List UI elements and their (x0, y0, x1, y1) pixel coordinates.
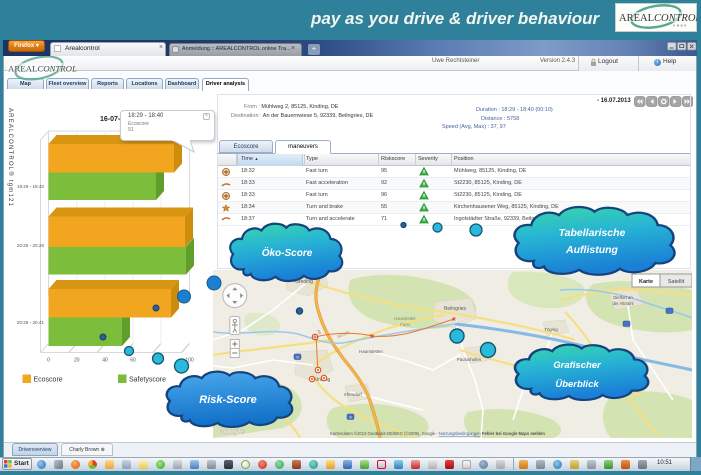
svg-text:Risk-Score: Risk-Score (199, 394, 256, 406)
svg-text:Überblick: Überblick (555, 379, 599, 390)
svg-text:Öko-Score: Öko-Score (262, 246, 313, 259)
svg-text:Tabellarische: Tabellarische (559, 227, 626, 239)
svg-text:Auflistung: Auflistung (565, 244, 618, 256)
svg-text:Grafischer: Grafischer (553, 360, 602, 371)
